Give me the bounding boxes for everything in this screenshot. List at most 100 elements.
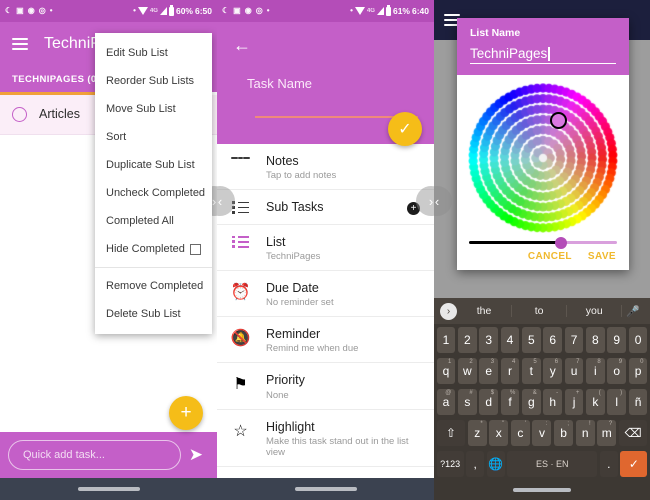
menu-item-edit-sub-list[interactable]: Edit Sub List [95, 39, 212, 67]
key-p[interactable]: p0 [628, 357, 648, 384]
task-name-input[interactable]: Task Name [247, 76, 418, 91]
key-8[interactable]: 8 [586, 326, 605, 353]
key-l[interactable]: l) [607, 389, 627, 416]
numeric-key[interactable]: ?123 [436, 451, 464, 478]
key-0[interactable]: 0 [628, 326, 648, 353]
system-nav-bar [434, 480, 650, 500]
option-sub-tasks[interactable]: Sub Tasks + [217, 190, 434, 225]
microphone-icon[interactable]: 🎤 [622, 305, 644, 318]
key-4[interactable]: 4 [500, 326, 520, 353]
key-f[interactable]: f% [500, 389, 520, 416]
save-button[interactable]: SAVE [588, 251, 616, 262]
key-s[interactable]: s # [457, 389, 477, 416]
nav-pill[interactable] [294, 487, 357, 491]
quick-add-input[interactable]: Quick add task... [8, 440, 181, 470]
key-x[interactable]: x " [489, 420, 509, 447]
menu-item-completed-all[interactable]: Completed All [95, 207, 212, 235]
key-9[interactable]: 9 [607, 326, 627, 353]
option-highlight[interactable]: ☆ Highlight Make this task stand out in … [217, 410, 434, 467]
key-ñ[interactable]: ñ [628, 389, 648, 416]
option-title: Highlight [266, 419, 315, 434]
suggestion-word[interactable]: you [567, 305, 623, 318]
key-a[interactable]: a @ [436, 389, 456, 416]
menu-item-reorder-sub-lists[interactable]: Reorder Sub Lists [95, 67, 212, 95]
text-caret [548, 46, 550, 61]
hamburger-icon[interactable] [12, 35, 28, 53]
nav-pill[interactable] [513, 488, 571, 492]
key-b[interactable]: b; [554, 420, 574, 447]
key-alt-label: ! [589, 421, 591, 428]
key-w[interactable]: w2 [457, 357, 477, 384]
menu-item-delete-sub-list[interactable]: Delete Sub List [95, 300, 212, 328]
key-h[interactable]: h- [543, 389, 563, 416]
option-subtitle: None [266, 389, 289, 401]
key-o[interactable]: o9 [607, 357, 627, 384]
key-n[interactable]: n! [575, 420, 595, 447]
key-alt-label: * [480, 421, 483, 428]
menu-item-sort[interactable]: Sort [95, 123, 212, 151]
cancel-button[interactable]: CANCEL [528, 251, 572, 262]
list-name-input[interactable]: TechniPages [470, 46, 616, 64]
menu-item-move-sub-list[interactable]: Move Sub List [95, 95, 212, 123]
key-1[interactable]: 1 [436, 326, 456, 353]
emoji-key[interactable]: , [466, 451, 485, 478]
key-alt-label: 3 [490, 358, 495, 365]
key-k[interactable]: k( [586, 389, 605, 416]
space-key[interactable]: ES · EN [507, 451, 598, 478]
option-reminder[interactable]: 🔕 Reminder Remind me when due [217, 317, 434, 364]
suggestion-bar: › the to you 🎤 [434, 298, 650, 325]
key-v[interactable]: v: [532, 420, 552, 447]
key-u[interactable]: u7 [564, 357, 584, 384]
option-due-date[interactable]: ⏰ Due Date No reminder set [217, 271, 434, 317]
clock-label: 6:40 [411, 6, 429, 16]
save-task-fab[interactable]: ✓ [388, 112, 422, 146]
key-5[interactable]: 5 [521, 326, 541, 353]
add-task-fab[interactable]: + [169, 396, 203, 430]
suggestion-word[interactable]: the [457, 305, 513, 318]
brightness-slider[interactable] [469, 236, 617, 249]
key-3[interactable]: 3 [479, 326, 499, 353]
key-g[interactable]: g & [521, 389, 541, 416]
nav-pill[interactable] [77, 487, 140, 491]
color-wheel-canvas[interactable] [468, 83, 618, 233]
option-priority[interactable]: ⚑ Priority None [217, 363, 434, 410]
shift-key[interactable]: ⇧ [436, 420, 466, 447]
enter-key[interactable]: ✓ [620, 451, 648, 478]
key-alt-label: ) [620, 390, 623, 397]
key-y[interactable]: y6 [543, 357, 563, 384]
panel-color-picker: ☾ ▣ ◉ ◎ • • 4G 61% 6:40 List Name [434, 0, 650, 500]
key-i[interactable]: i8 [586, 357, 605, 384]
key-j[interactable]: j + [564, 389, 584, 416]
key-e[interactable]: e3 [479, 357, 499, 384]
globe-key[interactable]: 🌐 [486, 451, 505, 478]
chevron-right-icon[interactable]: › [440, 302, 457, 320]
send-icon[interactable]: ➤ [189, 445, 209, 465]
key-d[interactable]: d $ [479, 389, 499, 416]
key-7[interactable]: 7 [564, 326, 584, 353]
key-6[interactable]: 6 [543, 326, 563, 353]
key-z[interactable]: z * [467, 420, 487, 447]
backspace-key[interactable]: ⌫ [618, 420, 648, 447]
suggestion-word[interactable]: to [512, 305, 568, 318]
key-r[interactable]: r4 [500, 357, 520, 384]
task-checkbox-icon[interactable] [12, 106, 27, 122]
hide-completed-checkbox[interactable] [190, 243, 201, 255]
back-arrow-icon[interactable]: ← [233, 36, 418, 54]
message-icon: ◉ [244, 6, 252, 15]
key-q[interactable]: q1 [436, 357, 456, 384]
key-c[interactable]: c ' [510, 420, 530, 447]
key-m[interactable]: m? [597, 420, 617, 447]
menu-item-duplicate-sub-list[interactable]: Duplicate Sub List [95, 151, 212, 179]
color-wheel-area [457, 75, 629, 237]
key-t[interactable]: t5 [521, 357, 541, 384]
key-alt-label: ( [598, 390, 601, 397]
option-list[interactable]: List TechniPages [217, 225, 434, 271]
menu-item-remove-completed[interactable]: Remove Completed [95, 272, 212, 300]
menu-item-uncheck-completed[interactable]: Uncheck Completed [95, 179, 212, 207]
menu-item-hide-completed[interactable]: Hide Completed [95, 235, 212, 263]
key-2[interactable]: 2 [457, 326, 477, 353]
color-wheel[interactable] [468, 83, 618, 233]
period-key[interactable]: . [599, 451, 618, 478]
slider-knob[interactable] [554, 236, 567, 249]
option-notes[interactable]: Notes Tap to add notes [217, 144, 434, 191]
